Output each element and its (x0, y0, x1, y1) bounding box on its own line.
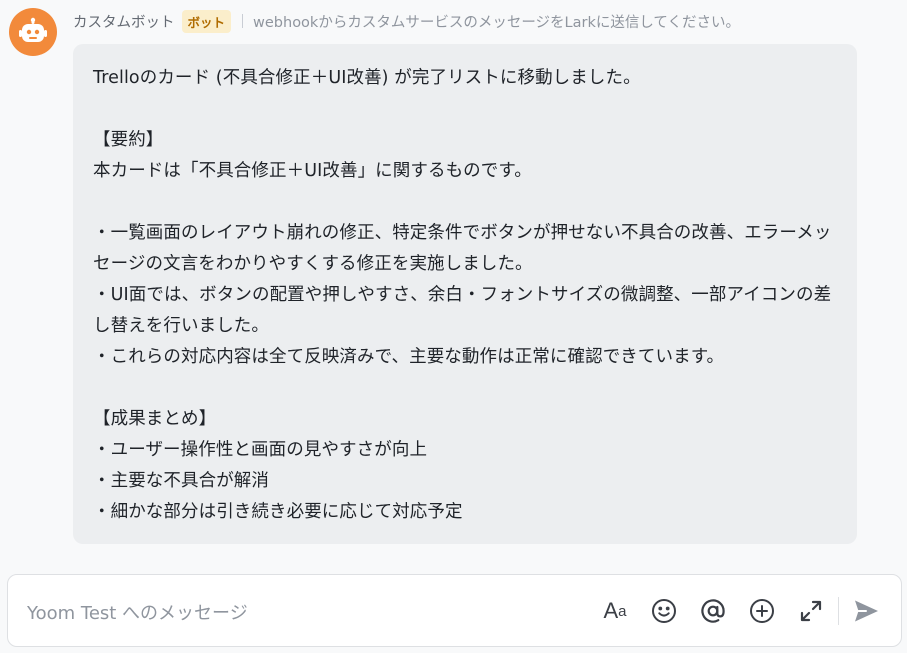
mention-icon[interactable] (696, 594, 730, 628)
text-format-icon[interactable]: Aa (598, 594, 632, 628)
bot-description: webhookからカスタムサービスのメッセージをLarkに送信してください。 (253, 14, 740, 31)
bot-badge: ボット (181, 9, 232, 33)
emoji-icon[interactable] (647, 594, 681, 628)
add-icon[interactable] (745, 594, 779, 628)
font-tool-big-letter: A (603, 598, 619, 623)
message-composer[interactable]: Yoom Test へのメッセージ Aa (7, 574, 902, 647)
composer-toolbar: Aa (598, 594, 883, 628)
bot-avatar[interactable] (9, 8, 57, 56)
composer-placeholder[interactable]: Yoom Test へのメッセージ (27, 599, 248, 625)
sender-name[interactable]: カスタムボット (73, 11, 175, 32)
robot-icon (19, 17, 47, 42)
header-divider (242, 14, 244, 28)
message-bubble[interactable]: Trelloのカード (不具合修正＋UI改善) が完了リストに移動しました。 【… (73, 44, 857, 544)
message-header: カスタムボット ボット webhookからカスタムサービスのメッセージをLark… (73, 9, 740, 33)
chat-page: カスタムボット ボット webhookからカスタムサービスのメッセージをLark… (0, 0, 907, 653)
expand-icon[interactable] (794, 594, 828, 628)
font-tool-small-letter: a (618, 602, 627, 620)
toolbar-divider (838, 597, 839, 625)
send-icon[interactable] (849, 594, 883, 628)
message-body: Trelloのカード (不具合修正＋UI改善) が完了リストに移動しました。 【… (93, 68, 832, 522)
